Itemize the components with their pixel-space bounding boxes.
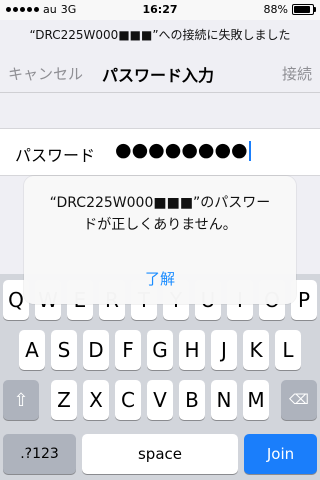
key-d[interactable]: D — [83, 330, 109, 370]
numbers-key[interactable]: .?123 — [3, 434, 76, 474]
key-a[interactable]: A — [19, 330, 45, 370]
key-z[interactable]: Z — [51, 380, 77, 420]
keyboard: Q W E R T Y U I O P A S D F G H J K L ⇧ … — [0, 274, 320, 480]
connection-failed-prompt: “DRC225W000■■■”への接続に失敗しました — [29, 28, 291, 42]
password-field[interactable]: ●●●●●●●● — [115, 139, 251, 161]
password-row: パスワード ●●●●●●●● — [0, 128, 320, 176]
backspace-icon: ⌫ — [289, 392, 309, 408]
key-m[interactable]: M — [243, 380, 269, 420]
delete-key[interactable]: ⌫ — [281, 380, 317, 420]
navigation-bar: キャンセル パスワード入力 接続 — [0, 54, 320, 93]
ok-button[interactable]: 了解 — [24, 268, 296, 289]
join-key[interactable]: Join — [244, 434, 317, 474]
alert-message-line-1: “DRC225W000■■■”のパスワー — [49, 195, 271, 211]
battery-icon — [292, 4, 316, 15]
alert-message-line-2: ドが正しくありません。 — [83, 217, 237, 233]
shift-key[interactable]: ⇧ — [3, 380, 39, 420]
password-label: パスワード — [15, 146, 96, 165]
key-s[interactable]: S — [51, 330, 77, 370]
key-k[interactable]: K — [243, 330, 269, 370]
alert-message: “DRC225W000■■■”のパスワー ドが正しくありません。 — [34, 192, 286, 236]
shift-arrow-icon: ⇧ — [13, 389, 29, 411]
wrong-password-alert: “DRC225W000■■■”のパスワー ドが正しくありません。 了解 — [24, 176, 296, 304]
key-x[interactable]: X — [83, 380, 109, 420]
join-button[interactable]: 接続 — [282, 63, 312, 84]
battery-percent: 88% — [263, 3, 288, 16]
status-right: 88% — [263, 3, 316, 16]
cancel-button[interactable]: キャンセル — [8, 63, 83, 84]
key-j[interactable]: J — [211, 330, 237, 370]
key-c[interactable]: C — [115, 380, 141, 420]
key-v[interactable]: V — [147, 380, 173, 420]
key-n[interactable]: N — [211, 380, 237, 420]
text-caret — [248, 140, 251, 161]
key-l[interactable]: L — [275, 330, 301, 370]
key-g[interactable]: G — [147, 330, 173, 370]
key-h[interactable]: H — [179, 330, 205, 370]
password-value: ●●●●●●●● — [115, 139, 248, 161]
status-bar: au 3G 16:27 88% — [0, 0, 320, 20]
space-key[interactable]: space — [82, 434, 238, 474]
key-f[interactable]: F — [115, 330, 141, 370]
key-b[interactable]: B — [179, 380, 205, 420]
page-title: パスワード入力 — [102, 66, 215, 85]
